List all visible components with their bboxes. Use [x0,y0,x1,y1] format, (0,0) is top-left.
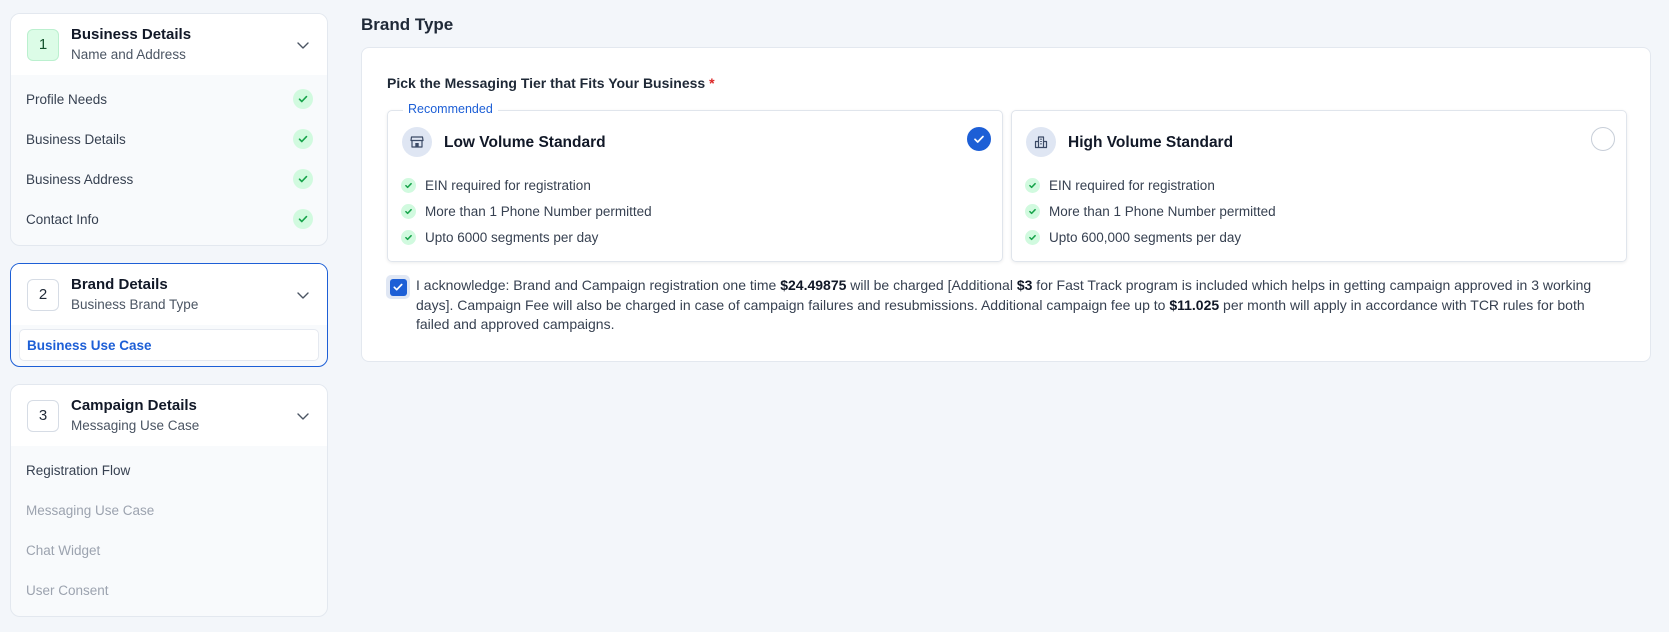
tier-name: High Volume Standard [1068,134,1234,151]
chevron-down-icon[interactable] [295,37,311,53]
tier-feature-text: More than 1 Phone Number permitted [425,203,652,219]
registration-fee-amount: $24.49875 [780,277,847,293]
page-title: Brand Type [361,15,454,34]
sidebar-item-contact-info[interactable]: Contact Info [11,199,327,239]
step-title: Business Details [71,25,192,43]
acknowledgement-text: I acknowledge: Brand and Campaign regist… [416,276,1616,335]
campaign-fee-amount: $11.025 [1169,296,1220,313]
recommended-badge: Recommended [403,102,498,116]
acknowledgement-checkbox[interactable] [386,275,410,299]
step-brand-details: 2 Brand Details Business Brand Type Busi… [10,263,328,367]
check-circle-icon [401,203,416,219]
ack-text-part: I acknowledge: Brand and Campaign regist… [416,277,781,293]
ack-text-part: will be charged [Additional [846,277,1017,293]
tier-feature-list: EIN required for registration More than … [401,172,652,250]
sidebar-item-label: Contact Info [26,211,99,227]
sidebar-item-user-consent: User Consent [11,570,327,610]
required-marker: * [709,75,715,91]
step-subtitle: Messaging Use Case [71,417,200,433]
sidebar-item-chat-widget: Chat Widget [11,530,327,570]
acknowledgement-row: I acknowledge: Brand and Campaign regist… [386,275,1616,335]
check-circle-icon [401,177,416,193]
tier-feature: Upto 6000 segments per day [401,224,652,250]
checkmark-icon [389,278,407,296]
step-number-badge: 2 [27,278,59,311]
sidebar-item-business-address[interactable]: Business Address [11,159,327,199]
step-header-business-details[interactable]: 1 Business Details Name and Address [11,14,327,75]
tier-question-label: Pick the Messaging Tier that Fits Your B… [387,75,715,91]
step-business-details: 1 Business Details Name and Address Prof… [10,13,328,246]
tier-name: Low Volume Standard [444,134,606,151]
sidebar-item-label: Business Address [26,171,134,187]
check-circle-icon [401,229,416,245]
step-header-brand-details[interactable]: 2 Brand Details Business Brand Type [11,264,327,325]
step-header-campaign-details[interactable]: 3 Campaign Details Messaging Use Case [11,385,327,446]
tier-feature-text: EIN required for registration [1049,177,1215,193]
check-circle-icon [1025,229,1040,245]
tier-option-low-volume-standard[interactable]: Recommended Low Volume Standard EIN requ… [387,102,1003,262]
registration-steps-sidebar: 1 Business Details Name and Address Prof… [10,13,328,632]
tier-feature: Upto 600,000 segments per day [1025,224,1276,250]
main-content: Brand Type Pick the Messaging Tier that … [361,14,1651,362]
sidebar-item-label: Business Use Case [27,337,152,353]
tier-radio-unselected[interactable] [1591,127,1615,151]
check-circle-icon [293,209,313,229]
tier-feature-text: EIN required for registration [425,177,591,193]
tier-feature-text: Upto 600,000 segments per day [1049,229,1242,245]
store-icon [402,127,432,157]
sidebar-item-label: Chat Widget [26,542,101,558]
check-circle-icon [293,169,313,189]
brand-type-panel: Pick the Messaging Tier that Fits Your B… [361,47,1651,362]
check-circle-icon [293,129,313,149]
sidebar-item-registration-flow[interactable]: Registration Flow [11,450,327,490]
chevron-down-icon[interactable] [295,408,311,424]
tier-feature-text: Upto 6000 segments per day [425,229,599,245]
tier-option-high-volume-standard[interactable]: High Volume Standard EIN required for re… [1011,110,1627,262]
tier-radio-selected[interactable] [967,127,991,151]
check-circle-icon [1025,203,1040,219]
question-text: Pick the Messaging Tier that Fits Your B… [387,75,706,91]
sidebar-item-label: User Consent [26,582,109,598]
sidebar-item-business-use-case[interactable]: Business Use Case [19,329,319,361]
tier-feature-list: EIN required for registration More than … [1025,172,1276,250]
tier-feature-text: More than 1 Phone Number permitted [1049,203,1276,219]
step-campaign-details: 3 Campaign Details Messaging Use Case Re… [10,384,328,617]
check-circle-icon [293,89,313,109]
sidebar-item-profile-needs[interactable]: Profile Needs [11,79,327,119]
step-title: Campaign Details [71,396,197,414]
check-circle-icon [1025,177,1040,193]
chevron-down-icon[interactable] [295,287,311,303]
step-subtitle: Name and Address [71,46,186,62]
sidebar-item-messaging-use-case: Messaging Use Case [11,490,327,530]
step-subtitle: Business Brand Type [71,296,199,312]
step-number-badge: 1 [27,28,59,61]
step-number-badge: 3 [27,399,59,432]
sidebar-item-business-details[interactable]: Business Details [11,119,327,159]
sidebar-item-label: Profile Needs [26,91,108,107]
tier-feature: More than 1 Phone Number permitted [1025,198,1276,224]
fast-track-fee-amount: $3 [1016,277,1033,293]
sidebar-item-label: Messaging Use Case [26,502,155,518]
building-icon [1026,127,1056,157]
sidebar-item-label: Registration Flow [26,462,131,478]
tier-feature: More than 1 Phone Number permitted [401,198,652,224]
sidebar-item-label: Business Details [26,131,126,147]
tier-feature: EIN required for registration [401,172,652,198]
step-title: Brand Details [71,275,168,293]
tier-feature: EIN required for registration [1025,172,1276,198]
